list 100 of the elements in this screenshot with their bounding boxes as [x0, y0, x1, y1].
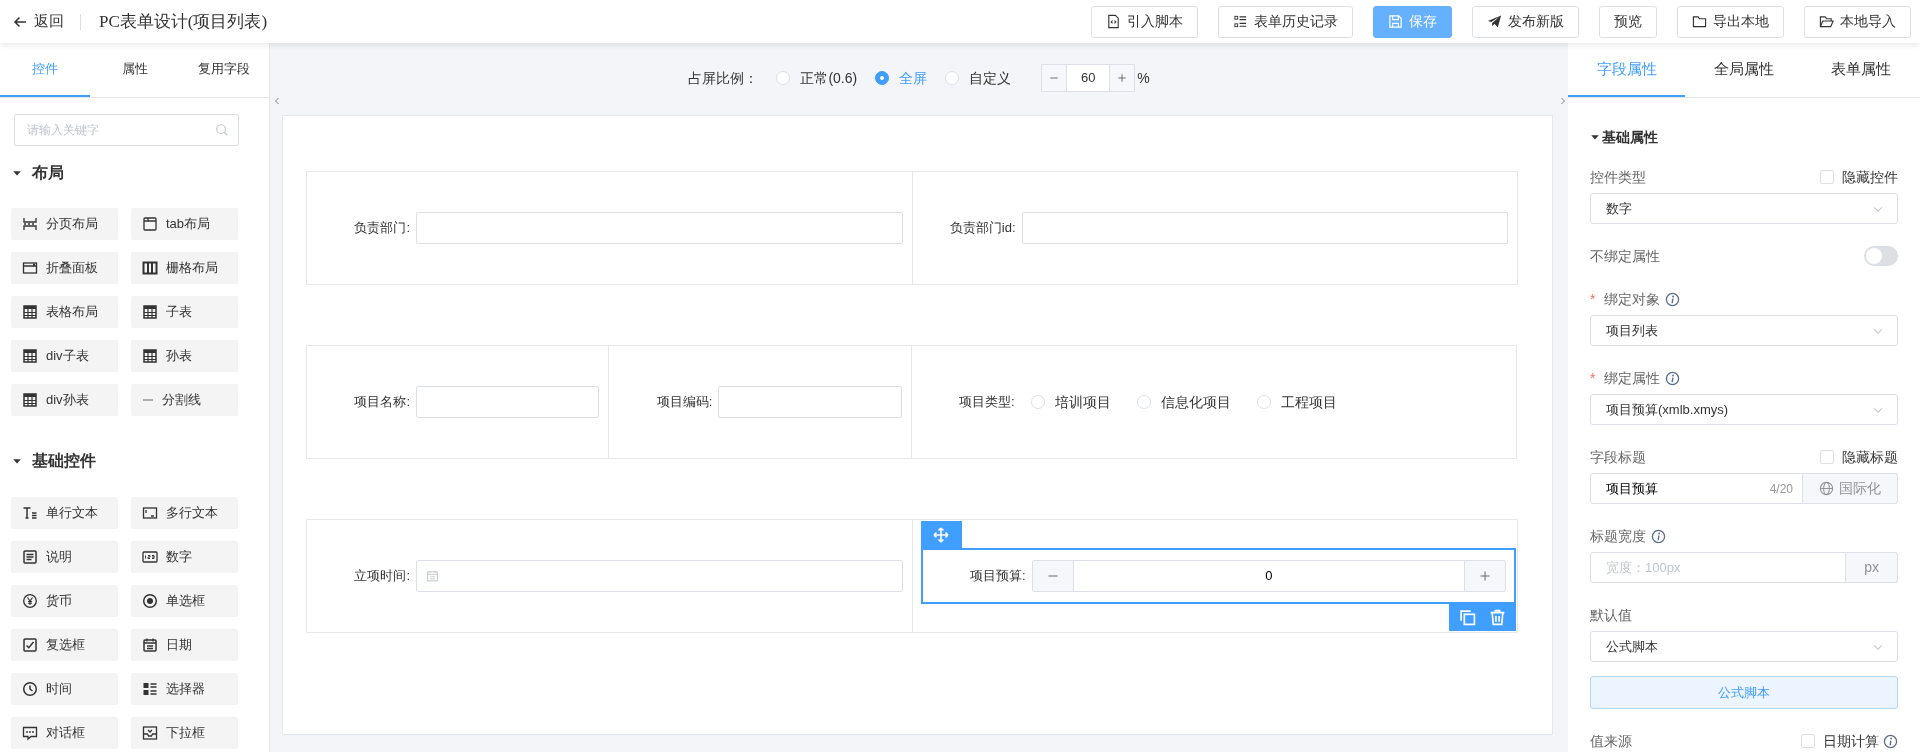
- field-label: 项目编码:: [655, 393, 713, 412]
- search-field[interactable]: 请输入关键字: [14, 114, 239, 146]
- table-icon: [142, 348, 158, 364]
- calendar-icon: [142, 637, 158, 653]
- toggle-switch[interactable]: [1864, 246, 1898, 266]
- radio-option[interactable]: 信息化项目: [1136, 391, 1231, 413]
- component-item[interactable]: 选择器: [131, 673, 238, 705]
- number-stepper[interactable]: 0: [1031, 560, 1506, 592]
- checkbox[interactable]: 日期计算: [1801, 730, 1879, 752]
- checkbox[interactable]: 隐藏标题: [1820, 446, 1898, 468]
- search-icon: [215, 123, 229, 137]
- component-item[interactable]: 下拉框: [131, 717, 238, 749]
- chat-icon: [22, 725, 38, 741]
- textarea-icon: [142, 505, 158, 521]
- tray-icon: [142, 725, 158, 741]
- panel-icon: [22, 260, 38, 276]
- radio-option[interactable]: 培训项目: [1030, 391, 1111, 413]
- component-item[interactable]: 多行文本: [131, 497, 238, 529]
- text-field[interactable]: 宽度：100px: [1590, 552, 1847, 583]
- collapse-icon[interactable]: [273, 95, 281, 107]
- component-item[interactable]: 说明: [11, 541, 118, 573]
- folder-icon: [1692, 14, 1707, 29]
- tab[interactable]: 属性: [89, 43, 180, 97]
- toolbar-button[interactable]: 引入脚本: [1091, 5, 1198, 38]
- component-item[interactable]: 子表: [131, 296, 238, 328]
- required-mark: *: [1590, 368, 1596, 388]
- component-item[interactable]: 日期: [131, 629, 238, 661]
- component-item[interactable]: 栅格布局: [131, 252, 238, 284]
- property-label: 默认值: [1590, 605, 1632, 625]
- tab[interactable]: 表单属性: [1802, 43, 1920, 97]
- text-field[interactable]: [416, 386, 600, 418]
- component-item[interactable]: 分割线: [131, 384, 238, 416]
- unit-label: %: [1137, 68, 1150, 88]
- line-icon: [142, 399, 154, 401]
- globe-icon: [1819, 481, 1834, 496]
- expand-icon[interactable]: [1559, 95, 1567, 107]
- ratio-label: 占屏比例：: [688, 68, 759, 88]
- select-field[interactable]: 项目预算(xmlb.xmys): [1590, 394, 1898, 425]
- tab[interactable]: 复用字段: [179, 43, 269, 97]
- tab[interactable]: 全局属性: [1685, 43, 1803, 97]
- component-item[interactable]: 分页布局: [11, 208, 118, 240]
- char-count: 4/20: [1769, 480, 1793, 498]
- decrement-button[interactable]: [1042, 65, 1067, 91]
- property-label: 值来源: [1590, 731, 1632, 751]
- table-icon: [22, 348, 38, 364]
- drag-handle[interactable]: [920, 521, 962, 548]
- back-link[interactable]: 返回: [12, 10, 64, 33]
- toolbar-button[interactable]: 预览: [1599, 5, 1657, 38]
- field-label: 项目类型:: [957, 393, 1015, 412]
- select-field[interactable]: 项目列表: [1590, 315, 1898, 346]
- plus-icon: [1117, 73, 1128, 83]
- component-item[interactable]: 单行文本: [11, 497, 118, 529]
- component-item[interactable]: 复选框: [11, 629, 118, 661]
- component-item[interactable]: 时间: [11, 673, 118, 705]
- text-field[interactable]: [1021, 212, 1508, 244]
- decrement-button[interactable]: [1032, 561, 1073, 591]
- toolbar-button[interactable]: 发布新版: [1472, 5, 1579, 38]
- delete-icon[interactable]: [1488, 609, 1506, 626]
- ratio-stepper[interactable]: 60: [1041, 64, 1136, 92]
- radio-option[interactable]: 工程项目: [1256, 391, 1337, 413]
- component-item[interactable]: 单选框: [131, 585, 238, 617]
- toolbar-button[interactable]: 表单历史记录: [1218, 5, 1353, 38]
- checkbox[interactable]: 隐藏控件: [1820, 166, 1898, 188]
- number-field[interactable]: 0: [1072, 561, 1465, 591]
- field-label: 立项时间:: [353, 567, 410, 586]
- selection-outline[interactable]: 项目预算: 0: [920, 548, 1516, 604]
- component-item[interactable]: div孙表: [11, 384, 118, 416]
- component-item[interactable]: 数字: [131, 541, 238, 573]
- toolbar-button[interactable]: 本地导入: [1804, 5, 1911, 38]
- section-title: 基础控件: [32, 451, 96, 471]
- text-field[interactable]: [718, 386, 902, 418]
- field-label: 负责部门:: [353, 219, 410, 238]
- document-icon: [22, 549, 38, 565]
- section-title: 布局: [32, 163, 64, 183]
- property-label: 标题宽度: [1590, 526, 1646, 546]
- property-label: 绑定对象: [1604, 289, 1661, 309]
- copy-icon[interactable]: [1459, 609, 1477, 626]
- component-item[interactable]: 孙表: [131, 340, 238, 372]
- unit-label: px: [1846, 552, 1898, 583]
- component-item[interactable]: tab布局: [131, 208, 238, 240]
- radio-option[interactable]: 自定义: [945, 67, 1012, 89]
- clock-icon: [22, 681, 38, 697]
- select-field[interactable]: 数字: [1590, 193, 1898, 224]
- component-item[interactable]: div子表: [11, 340, 118, 372]
- increment-button[interactable]: [1465, 561, 1505, 591]
- date-field[interactable]: [416, 560, 903, 592]
- toolbar-button[interactable]: 导出本地: [1677, 5, 1784, 38]
- field-label: 项目名称:: [353, 393, 410, 412]
- property-label: 绑定属性: [1604, 368, 1661, 388]
- text-field[interactable]: [416, 212, 903, 244]
- component-item[interactable]: 货币: [11, 585, 118, 617]
- component-item[interactable]: 表格布局: [11, 296, 118, 328]
- component-item[interactable]: 对话框: [11, 717, 118, 749]
- tab-icon: [142, 216, 158, 232]
- required-mark: *: [1590, 289, 1596, 309]
- increment-button[interactable]: [1110, 65, 1135, 91]
- component-item[interactable]: 折叠面板: [11, 252, 118, 284]
- select-field[interactable]: 公式脚本: [1590, 631, 1898, 662]
- property-label: 不绑定属性: [1590, 246, 1660, 266]
- radio-option[interactable]: 正常(0.6): [776, 67, 858, 89]
